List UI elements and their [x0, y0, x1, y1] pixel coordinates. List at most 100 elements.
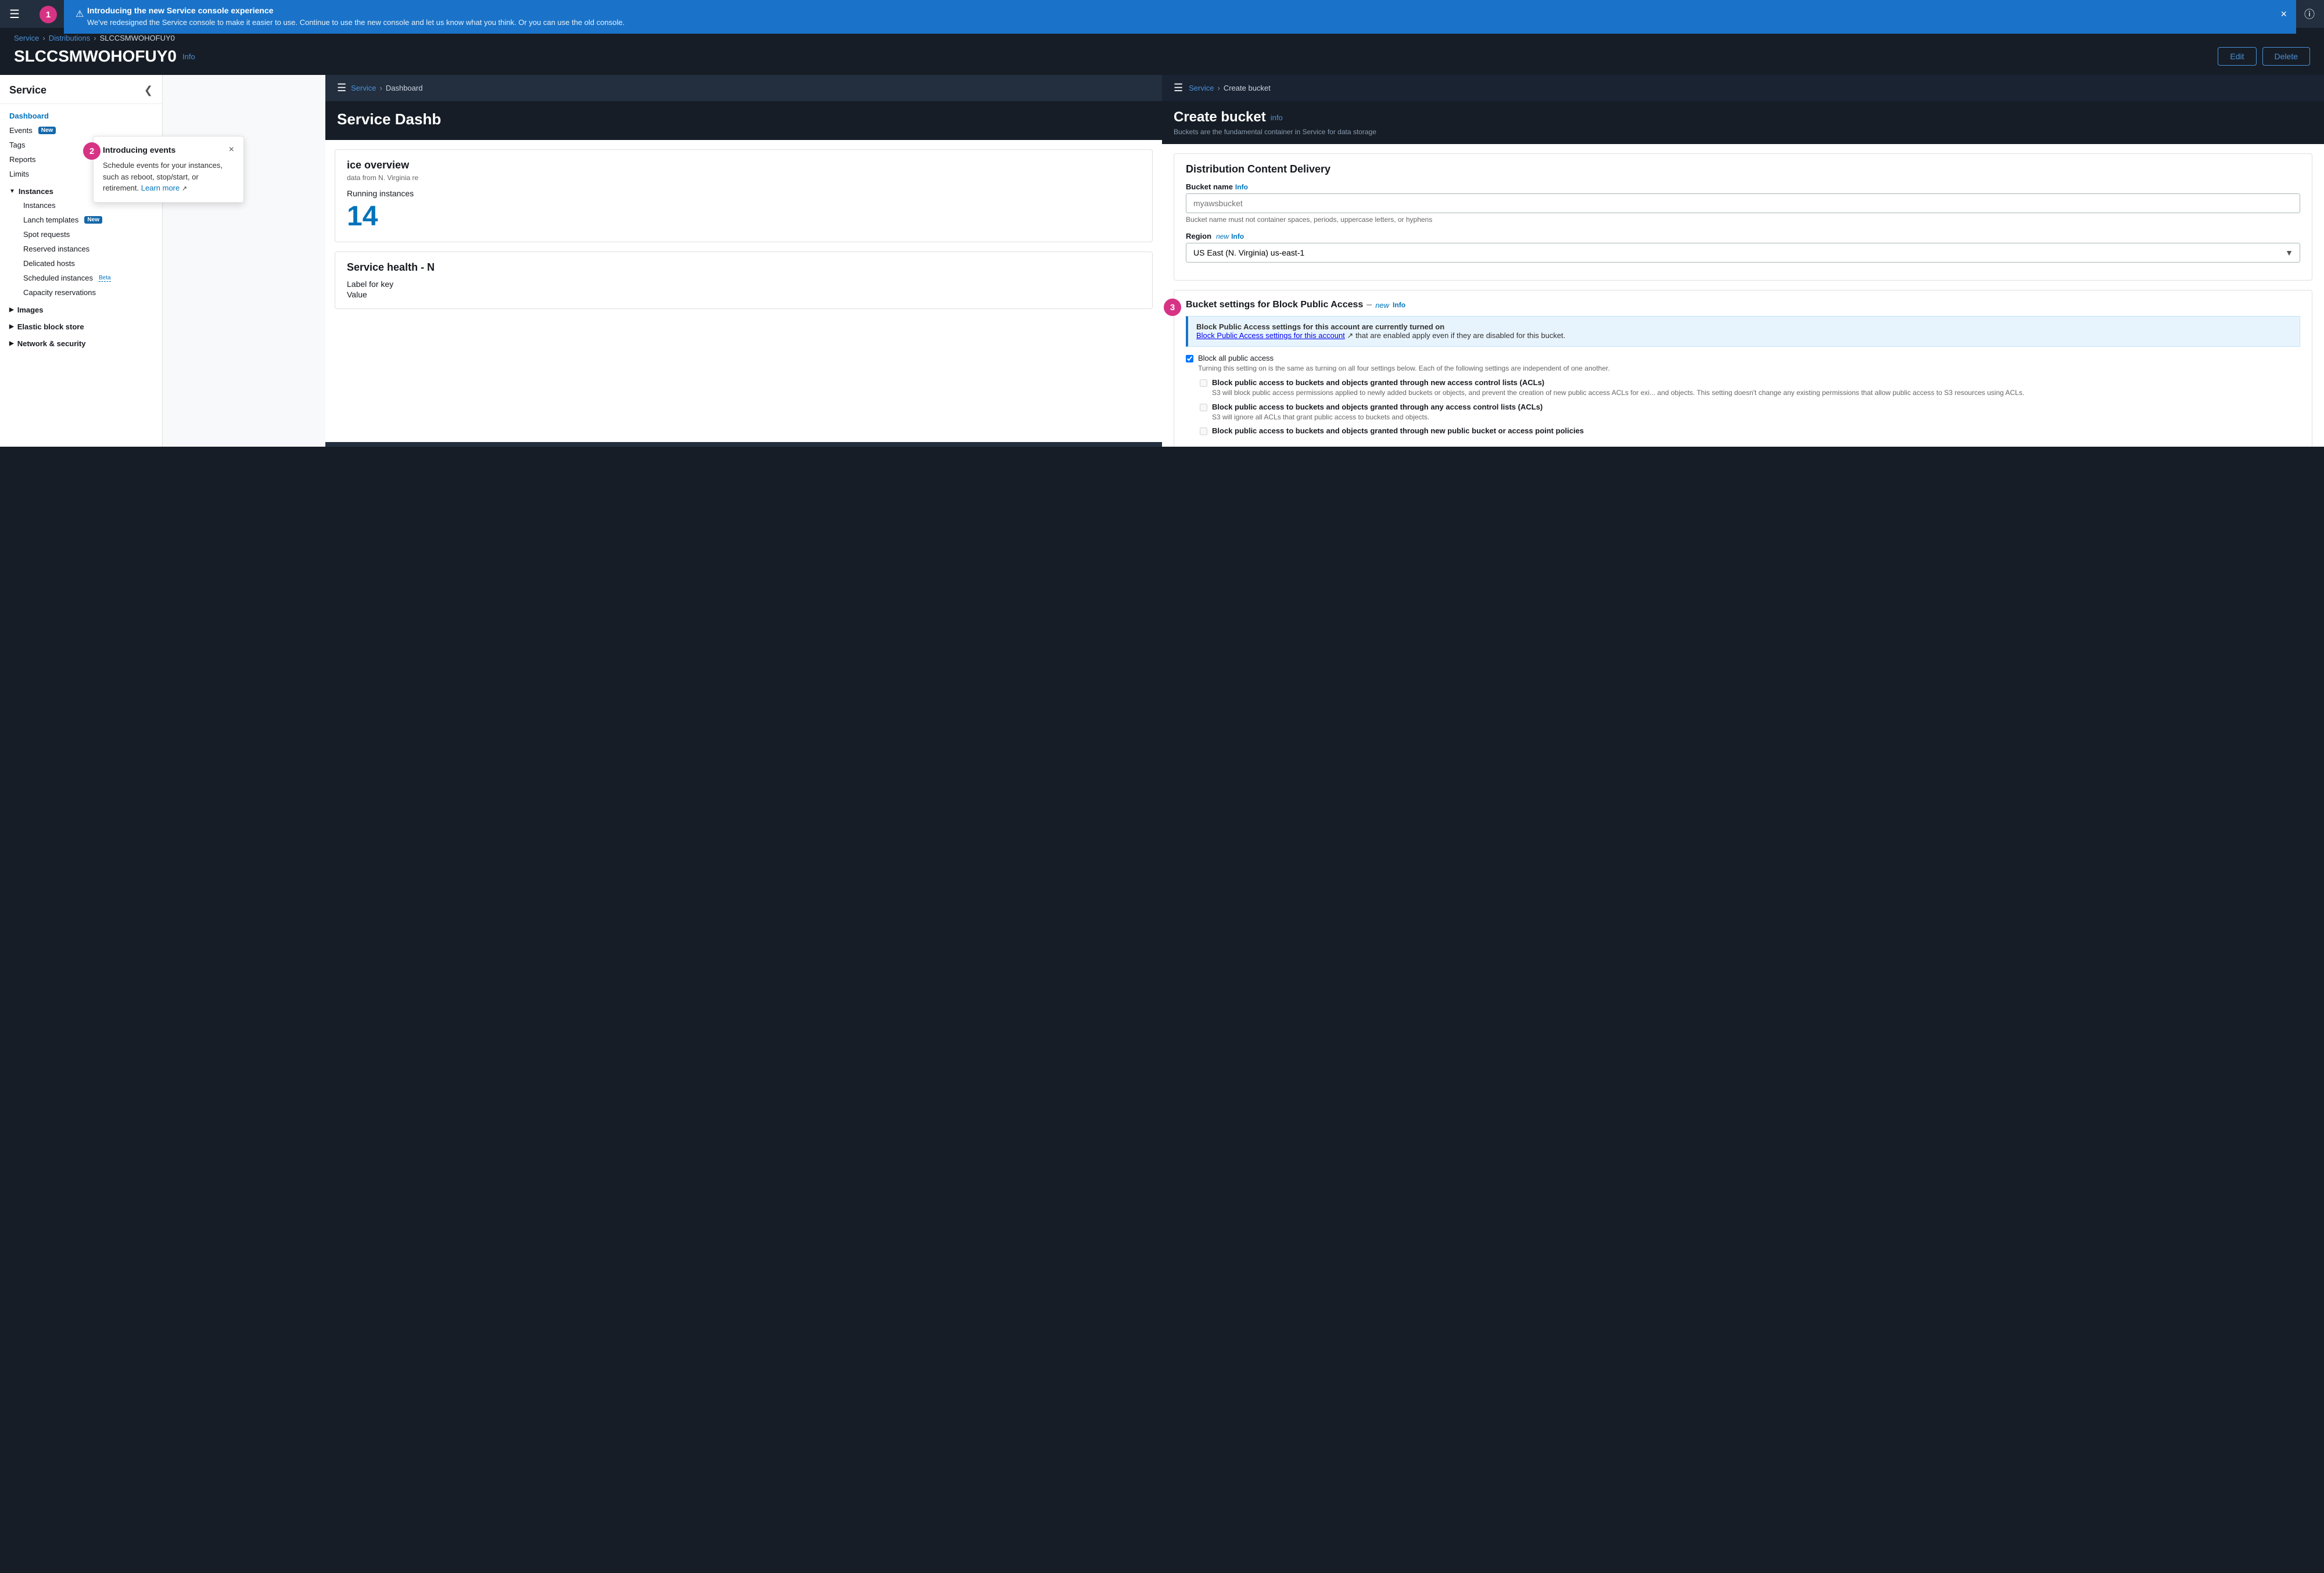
running-instances-label: Running instances — [347, 189, 1141, 198]
sidebar-item-spot-requests[interactable]: Spot requests — [14, 227, 162, 242]
tooltip-title: Introducing events — [103, 145, 175, 155]
distribution-section: Distribution Content Delivery Bucket nam… — [1174, 153, 2312, 281]
page-title: SLCCSMWOHOFUY0 Info — [14, 47, 195, 66]
block-sub-desc-1: S3 will block public access permissions … — [1212, 388, 2024, 398]
title-row: SLCCSMWOHOFUY0 Info Edit Delete — [14, 47, 2310, 66]
alert-text: Block Public Access settings for this ac… — [1196, 322, 2291, 340]
spot-requests-label: Spot requests — [23, 230, 70, 239]
block-sub-checkbox-2[interactable] — [1200, 404, 1207, 411]
block-sub-label-1: Block public access to buckets and objec… — [1212, 378, 2024, 387]
dashboard-hamburger-icon[interactable]: ☰ — [337, 82, 346, 94]
sidebar-title: Service — [9, 84, 46, 96]
banner-text: We've redesigned the Service console to … — [87, 17, 2273, 28]
step-2-badge: 2 — [83, 142, 101, 160]
info-icon[interactable]: ⓘ — [2304, 6, 2315, 21]
sidebar-item-reserved-instances[interactable]: Reserved instances — [14, 242, 162, 256]
right-panel-title-text: Create bucket — [1174, 109, 1266, 125]
bucket-name-group: Bucket name Info Bucket name must not co… — [1186, 182, 2300, 224]
breadcrumb-current: SLCCSMWOHOFUY0 — [100, 34, 175, 42]
block-sub-checkboxes: Block public access to buckets and objec… — [1200, 378, 2300, 436]
page-info-button[interactable]: Info — [182, 52, 195, 61]
dedicated-hosts-label: Delicated hosts — [23, 259, 75, 268]
right-panel: ☰ Service › Create bucket Create bucket … — [1162, 75, 2324, 447]
alert-suffix-text: that are enabled apply even if they are … — [1355, 331, 1565, 340]
alert-strong-text: Block Public Access settings for this ac… — [1196, 322, 1444, 331]
banner-close-button[interactable]: × — [2280, 8, 2287, 20]
region-select-wrapper: US East (N. Virginia) us-east-1US West (… — [1186, 243, 2300, 263]
alert-external-icon: ↗ — [1347, 331, 1355, 340]
health-label-key: Label for key — [347, 279, 393, 289]
external-link-icon: ↗ — [182, 185, 187, 192]
sidebar-item-launch-templates[interactable]: Lanch templates New — [14, 213, 162, 227]
page-header: Service › Distributions › SLCCSMWOHOFUY0… — [0, 28, 2324, 75]
block-all-checkbox[interactable] — [1186, 355, 1193, 362]
region-label-text: Region — [1186, 232, 1211, 240]
right-panel-title: Create bucket info — [1174, 109, 2312, 125]
right-panel-breadcrumb: Service › Create bucket — [1189, 84, 1271, 92]
events-new-badge: New — [38, 127, 56, 134]
health-row: Label for key Value — [347, 279, 1141, 299]
region-label: Region new Info — [1186, 232, 2300, 240]
block-sub-checkbox-1[interactable] — [1200, 379, 1207, 387]
scheduled-instances-label: Scheduled instances — [23, 274, 93, 282]
delete-button[interactable]: Delete — [2262, 47, 2310, 66]
distribution-title: Distribution Content Delivery — [1186, 163, 2300, 175]
edit-button[interactable]: Edit — [2218, 47, 2256, 66]
left-panel: Service ❮ Dashboard Events New Tags — [0, 75, 1162, 447]
tooltip-close-button[interactable]: × — [229, 145, 234, 155]
scheduled-instances-beta-badge: Beta — [99, 275, 111, 282]
right-panel-subtitle: Buckets are the fundamental container in… — [1174, 128, 2312, 136]
instances-expand-icon: ▼ — [9, 188, 15, 195]
block-sub-desc-2: S3 will ignore all ACLs that grant publi… — [1212, 412, 1543, 422]
breadcrumb-distributions-link[interactable]: Distributions — [49, 34, 91, 42]
block-public-access-alert: Block Public Access settings for this ac… — [1186, 316, 2300, 347]
hamburger-icon[interactable]: ☰ — [9, 7, 20, 21]
alert-body-text: Block Public Access settings for this ac… — [1196, 331, 1565, 340]
breadcrumb-sep-2: › — [94, 34, 96, 42]
launch-templates-label: Lanch templates — [23, 216, 78, 224]
top-nav: ☰ 1 ⚠ Introducing the new Service consol… — [0, 0, 2324, 28]
region-select[interactable]: US East (N. Virginia) us-east-1US West (… — [1186, 243, 2300, 263]
main-content: Service ❮ Dashboard Events New Tags — [0, 75, 2324, 447]
sidebar-collapse-button[interactable]: ❮ — [144, 84, 153, 96]
bucket-name-input[interactable] — [1186, 193, 2300, 213]
right-panel-header: ☰ Service › Create bucket — [1162, 75, 2324, 101]
block-all-checkbox-row: Block all public access Turning this set… — [1186, 354, 2300, 374]
sidebar-limits-label: Limits — [9, 170, 29, 178]
right-panel-service-link[interactable]: Service — [1189, 84, 1214, 92]
right-panel-hamburger-icon[interactable]: ☰ — [1174, 82, 1183, 94]
sidebar-item-scheduled-instances[interactable]: Scheduled instances Beta — [14, 271, 162, 285]
dashboard-title-text: Service Dashb — [337, 110, 441, 128]
overview-card-title: ice overview — [347, 159, 1141, 171]
dashboard-service-link[interactable]: Service — [351, 84, 376, 92]
breadcrumb-service-link[interactable]: Service — [14, 34, 39, 42]
sidebar-item-dashboard[interactable]: Dashboard — [0, 109, 162, 123]
sidebar-item-capacity-reservations[interactable]: Capacity reservations — [14, 285, 162, 300]
dashboard-breadcrumb: Service › Dashboard — [351, 84, 422, 92]
breadcrumb: Service › Distributions › SLCCSMWOHOFUY0 — [14, 34, 2310, 42]
block-sub-checkbox-3[interactable] — [1200, 428, 1207, 435]
network-expand-icon: ▶ — [9, 340, 14, 347]
sidebar-section-elastic-block-store[interactable]: ▶ Elastic block store — [0, 317, 162, 333]
warning-icon: ⚠ — [76, 8, 84, 20]
bucket-name-label-text: Bucket name — [1186, 182, 1233, 191]
sidebar-section-network-security[interactable]: ▶ Network & security — [0, 333, 162, 350]
sidebar-item-dedicated-hosts[interactable]: Delicated hosts — [14, 256, 162, 271]
block-access-info-link[interactable]: Info — [1393, 301, 1405, 309]
tooltip-learn-more-link[interactable]: Learn more — [141, 184, 180, 192]
dashboard-header: ☰ Service › Dashboard — [325, 75, 1162, 101]
dashboard-title: Service Dashb — [337, 110, 1150, 128]
health-label-value: Value — [347, 290, 393, 299]
bucket-name-info-link[interactable]: Info — [1235, 183, 1248, 191]
tooltip-popup: 2 Introducing events × Schedule events f… — [93, 136, 244, 203]
sidebar-header: Service ❮ — [0, 75, 162, 104]
block-access-title-text: Bucket settings for Block Public Access — [1186, 300, 1363, 310]
dashboard-title-area: Service Dashb — [325, 101, 1162, 140]
region-info-link[interactable]: Info — [1231, 232, 1244, 240]
overview-subtitle: data from N. Virginia re — [347, 174, 1141, 182]
page-title-text: SLCCSMWOHOFUY0 — [14, 47, 177, 66]
sidebar-section-images[interactable]: ▶ Images — [0, 300, 162, 317]
alert-link[interactable]: Block Public Access settings for this ac… — [1196, 331, 1345, 340]
block-sub-content-1: Block public access to buckets and objec… — [1212, 378, 2024, 398]
right-panel-info-badge: info — [1271, 113, 1283, 122]
